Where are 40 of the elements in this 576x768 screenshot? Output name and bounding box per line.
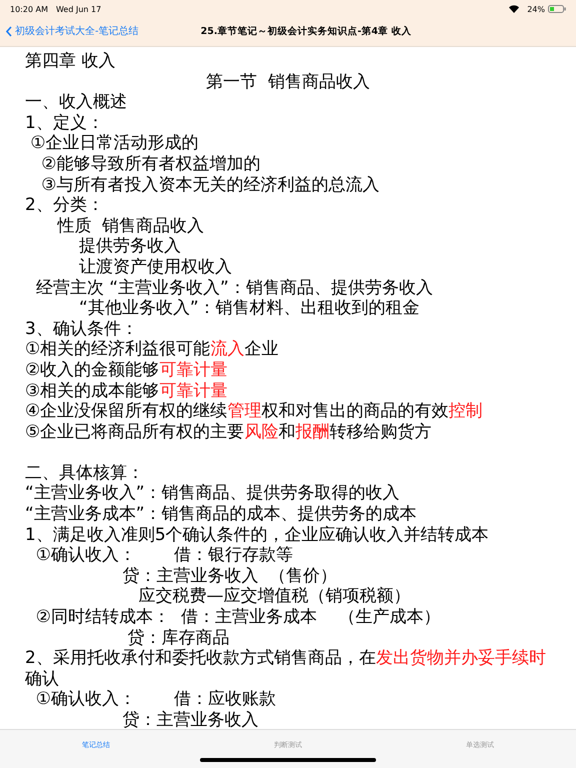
note-line: “主营业务成本”：销售商品的成本、提供劳务的成本: [25, 504, 417, 524]
note-line: 1、满足收入准则5个确认条件的，企业应确认收入并结转成本: [25, 524, 489, 545]
wifi-icon: [509, 5, 520, 13]
note-line: ②收入的金额能够可靠计量: [25, 360, 228, 380]
note-line: 贷：主营业务收入 （售价）: [121, 566, 338, 586]
note-line: 让渡资产使用权收入: [78, 256, 232, 277]
section-heading: 第一节 销售商品收入: [206, 72, 370, 92]
note-line: 1、定义：: [25, 112, 104, 133]
note-line: 一、收入概述: [25, 92, 127, 112]
back-chevron-icon: [6, 26, 12, 36]
note-line: 贷：库存商品: [126, 628, 230, 648]
note-line: “其他业务收入”：销售材料、出租收到的租金: [78, 298, 420, 318]
note-line: 3、确认条件：: [25, 318, 138, 339]
note-line: ①相关的经济利益很可能流入企业: [25, 339, 278, 360]
note-line: ④企业没保留所有权的继续管理权和对售出的商品的有效控制: [25, 401, 482, 422]
note-line: ①企业日常活动形成的: [29, 133, 199, 154]
note-line: 经营主次 “主营业务收入”：销售商品、提供劳务收入: [34, 278, 433, 298]
status-time: 10:20 AM: [10, 4, 48, 14]
battery-percent: 24%: [527, 4, 545, 14]
note-line: ⑤企业已将商品所有权的主要风险和报酬转移给购货方: [25, 422, 432, 442]
note-line: 2、分类：: [25, 195, 104, 216]
page-title: 25.章节笔记～初级会计实务知识点-第4章 收入: [200, 26, 412, 36]
note-line: 二、具体核算：: [25, 462, 144, 483]
note-line: ②能够导致所有者权益增加的: [40, 154, 260, 174]
note-line: ③相关的成本能够可靠计量: [25, 380, 228, 400]
note-line: 应交税费—应交增值税（销项税额）: [137, 586, 410, 606]
note-line: 确认: [25, 668, 59, 689]
note-line: 贷：主营业务收入: [121, 710, 258, 730]
battery-icon: [548, 5, 566, 13]
back-button[interactable]: 初级会计考试大全-笔记总结: [6, 24, 139, 38]
note-line: “主营业务收入”：销售商品、提供劳务取得的收入: [25, 483, 400, 504]
note-line: ③与所有者投入资本无关的经济利益的总流入: [40, 174, 380, 195]
status-date: Wed Jun 17: [56, 4, 102, 14]
note-line: 第四章 收入: [25, 51, 116, 71]
note-line: 提供劳务收入: [78, 236, 182, 256]
note-line: 性质 销售商品收入: [56, 216, 204, 236]
note-line: ①确认收入： 借：应收账款: [34, 689, 276, 710]
note-line: ②同时结转成本： 借：主营业务成本 （生产成本）: [34, 607, 440, 628]
note-line: 2、采用托收承付和委托收款方式销售商品，在发出货物并办妥手续时: [25, 648, 546, 668]
note-line: ①确认收入： 借：银行存款等: [34, 545, 293, 566]
